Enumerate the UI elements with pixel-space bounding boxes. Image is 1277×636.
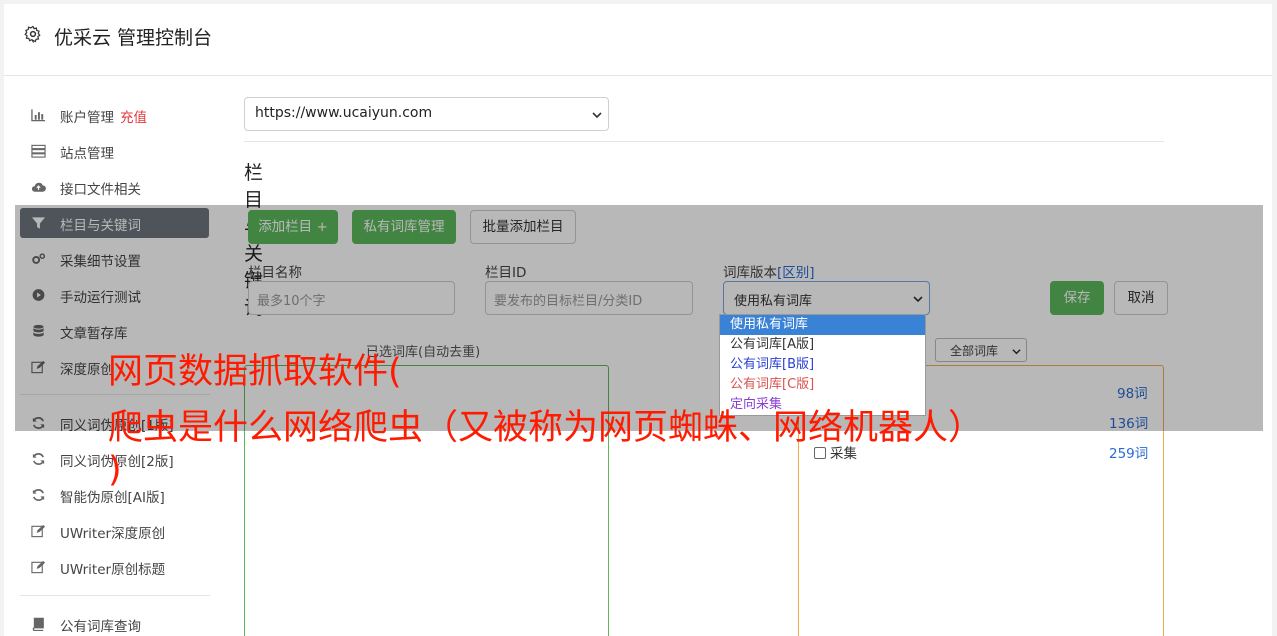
sidebar-item-sites[interactable]: 站点管理	[20, 136, 209, 166]
bar-chart-icon	[31, 109, 46, 122]
sidebar-item-public-lexicon[interactable]: 公有词库查询	[20, 609, 209, 636]
sidebar-item-label: 账户管理 充值	[60, 110, 147, 126]
page-title: 优采云 管理控制台	[54, 27, 213, 49]
recharge-link[interactable]: 充值	[120, 110, 147, 126]
site-select[interactable]: https://www.ucaiyun.com	[244, 97, 609, 131]
sidebar-item-label: 站点管理	[60, 146, 114, 162]
refresh-icon	[32, 453, 45, 465]
site-select-value: https://www.ucaiyun.com	[255, 105, 433, 121]
sidebar-item-uwriter-title[interactable]: UWriter原创标题	[20, 552, 209, 582]
overlay-caption: 网页数据抓取软件( 爬虫是什么网络爬虫（又被称为网页蜘蛛、网络机器人） )	[108, 344, 1218, 498]
refresh-icon	[32, 489, 45, 501]
chevron-down-icon	[592, 112, 602, 119]
edit-icon	[31, 524, 46, 538]
divider	[244, 141, 1164, 142]
caption-line: 网页数据抓取软件(	[108, 352, 402, 392]
sidebar-item-label: UWriter深度原创	[60, 526, 166, 542]
sidebar-divider	[20, 595, 210, 596]
sidebar-item-interface-files[interactable]: 接口文件相关	[20, 172, 209, 202]
gear-icon	[24, 25, 41, 43]
edit-icon	[31, 560, 46, 574]
server-icon	[31, 144, 46, 158]
book-icon	[32, 617, 44, 631]
sidebar-item-label: UWriter原创标题	[60, 562, 166, 578]
cloud-upload-icon	[31, 182, 46, 192]
header: 优采云 管理控制台	[4, 4, 1272, 76]
sidebar-item-label: 公有词库查询	[60, 619, 141, 635]
sidebar-item-uwriter-deep[interactable]: UWriter深度原创	[20, 516, 209, 546]
sidebar-item-label: 接口文件相关	[60, 182, 141, 198]
sidebar-item-account[interactable]: 账户管理 充值	[20, 100, 209, 130]
lexicon-option[interactable]: 使用私有词库	[720, 315, 925, 335]
